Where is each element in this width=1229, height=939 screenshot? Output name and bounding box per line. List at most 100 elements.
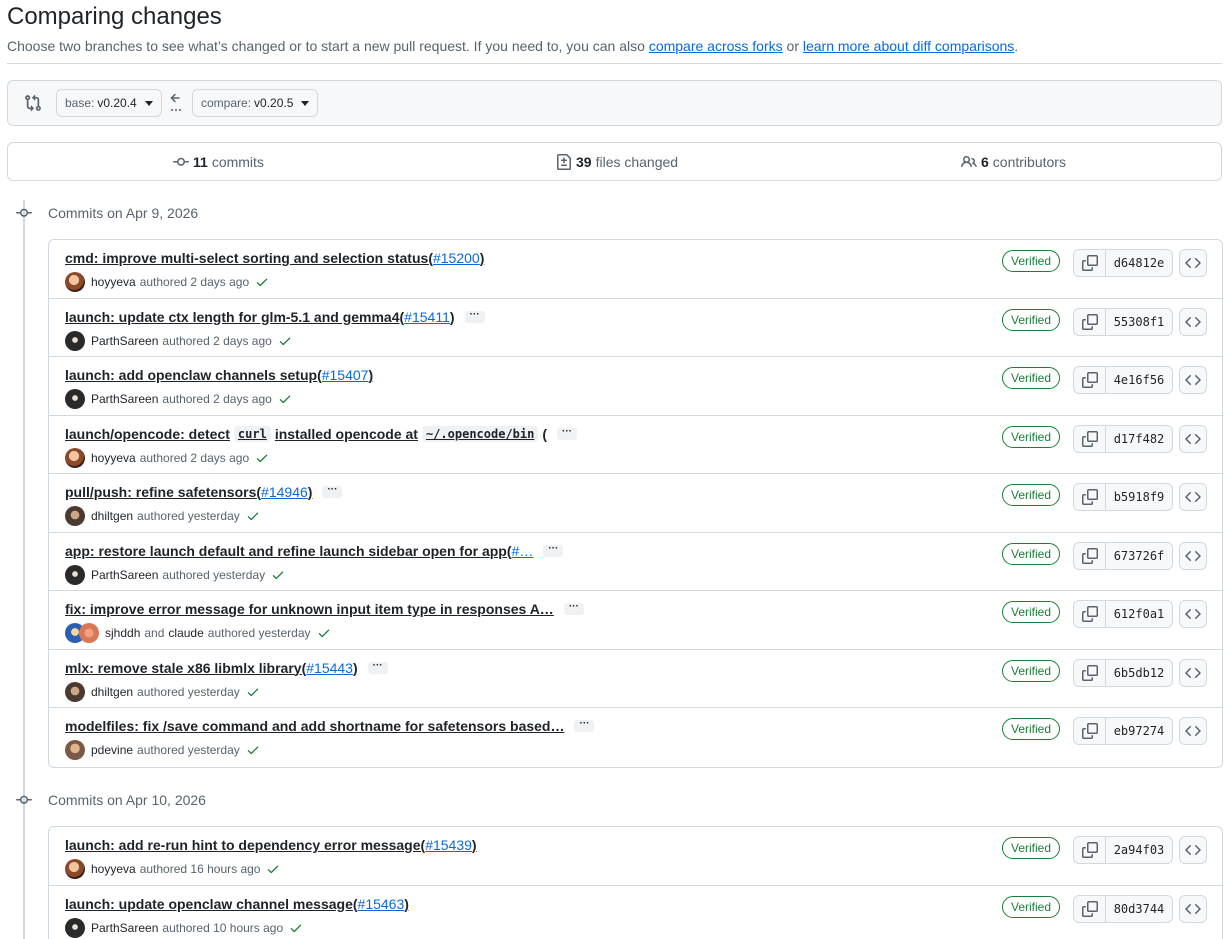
- expand-message-button[interactable]: ···: [574, 719, 595, 732]
- compare-forks-link[interactable]: compare across forks: [649, 38, 783, 54]
- browse-repo-button[interactable]: [1179, 894, 1207, 923]
- commit-message-link[interactable]: launch: update openclaw channel message: [65, 896, 353, 912]
- copy-sha-button[interactable]: [1074, 718, 1106, 744]
- commit-coauthor[interactable]: claude: [168, 626, 203, 640]
- copy-sha-button[interactable]: [1074, 484, 1106, 510]
- copy-sha-button[interactable]: [1074, 425, 1106, 452]
- browse-repo-button[interactable]: [1179, 366, 1207, 394]
- copy-sha-button[interactable]: [1074, 601, 1106, 627]
- commit-sha-link[interactable]: 4e16f56: [1106, 367, 1172, 393]
- pull-request-link[interactable]: #15463: [358, 896, 405, 912]
- avatar[interactable]: [65, 447, 85, 468]
- commit-sha-link[interactable]: 80d3744: [1106, 896, 1172, 922]
- verified-badge[interactable]: Verified: [1002, 542, 1061, 565]
- contributors-tab[interactable]: 6 contributors: [961, 154, 1066, 170]
- expand-message-button[interactable]: ···: [367, 660, 388, 674]
- avatar[interactable]: [65, 740, 85, 760]
- commit-sha-link[interactable]: d64812e: [1106, 250, 1172, 276]
- commit-author[interactable]: hoyyeva: [91, 451, 136, 465]
- avatar[interactable]: [65, 272, 85, 292]
- commit-sha-link[interactable]: 673726f: [1106, 543, 1172, 569]
- copy-sha-button[interactable]: [1074, 542, 1106, 569]
- commit-message-link[interactable]: modelfiles: fix /save command and add sh…: [65, 718, 564, 734]
- pull-request-link[interactable]: #15411: [404, 309, 450, 325]
- expand-message-button[interactable]: ···: [543, 543, 564, 557]
- commit-sha-link[interactable]: eb97274: [1106, 718, 1172, 744]
- avatar[interactable]: [65, 330, 85, 351]
- verified-badge[interactable]: Verified: [1002, 718, 1061, 740]
- pull-request-link[interactable]: #15439: [425, 837, 472, 853]
- avatar[interactable]: [79, 623, 99, 643]
- copy-sha-button[interactable]: [1074, 250, 1106, 276]
- commit-author[interactable]: hoyyeva: [91, 862, 136, 876]
- copy-sha-button[interactable]: [1074, 367, 1106, 393]
- commit-message-link[interactable]: app: restore launch default and refine l…: [65, 543, 507, 559]
- commit-sha-link[interactable]: d17f482: [1106, 426, 1172, 452]
- copy-sha-button[interactable]: [1074, 659, 1106, 686]
- copy-sha-button[interactable]: [1074, 895, 1106, 922]
- verified-badge[interactable]: Verified: [1002, 659, 1061, 682]
- commit-author[interactable]: ParthSareen: [91, 921, 158, 935]
- browse-repo-button[interactable]: [1179, 717, 1207, 745]
- learn-diff-link[interactable]: learn more about diff comparisons: [803, 38, 1014, 54]
- pull-request-link[interactable]: #15200: [433, 250, 480, 266]
- pull-request-link[interactable]: #14946: [261, 484, 308, 500]
- browse-repo-button[interactable]: [1179, 307, 1207, 336]
- commit-message-link[interactable]: fix: improve error message for unknown i…: [65, 601, 554, 617]
- commit-sha-link[interactable]: b5918f9: [1106, 484, 1172, 510]
- avatar[interactable]: [65, 859, 85, 879]
- copy-sha-button[interactable]: [1074, 308, 1106, 335]
- commit-message-link[interactable]: launch/opencode: detect: [65, 426, 230, 442]
- expand-message-button[interactable]: ···: [557, 426, 578, 440]
- commit-author[interactable]: hoyyeva: [91, 275, 136, 289]
- verified-badge[interactable]: Verified: [1002, 484, 1061, 506]
- verified-badge[interactable]: Verified: [1002, 308, 1061, 331]
- verified-badge[interactable]: Verified: [1002, 425, 1061, 448]
- base-branch-select[interactable]: base: v0.20.4: [56, 89, 162, 117]
- compare-branch-select[interactable]: compare: v0.20.5: [192, 89, 319, 117]
- commits-tab[interactable]: 11 commits: [173, 154, 264, 170]
- commit-sha-link[interactable]: 55308f1: [1106, 309, 1172, 335]
- commit-message-link[interactable]: launch: add re-run hint to dependency er…: [65, 837, 421, 853]
- avatar[interactable]: [65, 564, 85, 585]
- commit-message-link[interactable]: launch: update ctx length for glm-5.1 an…: [65, 309, 400, 325]
- avatar[interactable]: [65, 681, 85, 702]
- verified-badge[interactable]: Verified: [1002, 837, 1061, 859]
- verified-badge[interactable]: Verified: [1002, 601, 1061, 623]
- commit-author[interactable]: ParthSareen: [91, 392, 158, 406]
- pull-request-link[interactable]: #…: [512, 543, 534, 559]
- browse-repo-button[interactable]: [1179, 424, 1207, 453]
- verified-badge[interactable]: Verified: [1002, 367, 1061, 389]
- commit-sha-link[interactable]: 2a94f03: [1106, 837, 1172, 863]
- files-changed-tab[interactable]: 39 files changed: [556, 154, 678, 170]
- browse-repo-button[interactable]: [1179, 658, 1207, 687]
- copy-sha-button[interactable]: [1074, 837, 1106, 863]
- commit-message-link[interactable]: pull/push: refine safetensors: [65, 484, 256, 500]
- verified-badge[interactable]: Verified: [1002, 250, 1061, 272]
- browse-repo-button[interactable]: [1179, 541, 1207, 570]
- expand-message-button[interactable]: ···: [322, 485, 343, 498]
- commit-sha-link[interactable]: 6b5db12: [1106, 660, 1172, 686]
- commit-sha-link[interactable]: 612f0a1: [1106, 601, 1172, 627]
- commit-message-link[interactable]: mlx: remove stale x86 libmlx library: [65, 660, 302, 676]
- commit-author[interactable]: dhiltgen: [91, 685, 133, 699]
- avatar[interactable]: [65, 506, 85, 526]
- browse-repo-button[interactable]: [1179, 483, 1207, 511]
- commit-author[interactable]: pdevine: [91, 743, 133, 757]
- expand-message-button[interactable]: ···: [464, 309, 485, 323]
- browse-repo-button[interactable]: [1179, 836, 1207, 864]
- verified-badge[interactable]: Verified: [1002, 895, 1061, 918]
- avatar[interactable]: [65, 389, 85, 409]
- browse-repo-button[interactable]: [1179, 600, 1207, 628]
- commit-message-link[interactable]: launch: add openclaw channels setup: [65, 367, 317, 383]
- pull-request-link[interactable]: #15407: [322, 367, 369, 383]
- commit-author[interactable]: ParthSareen: [91, 568, 158, 582]
- commit-author[interactable]: dhiltgen: [91, 509, 133, 523]
- browse-repo-button[interactable]: [1179, 249, 1207, 277]
- commit-message-link[interactable]: cmd: improve multi-select sorting and se…: [65, 250, 428, 266]
- commit-author[interactable]: ParthSareen: [91, 334, 158, 348]
- commit-author[interactable]: sjhddh: [105, 626, 140, 640]
- avatar[interactable]: [65, 917, 85, 938]
- expand-message-button[interactable]: ···: [563, 602, 584, 615]
- pull-request-link[interactable]: #15443: [306, 660, 353, 676]
